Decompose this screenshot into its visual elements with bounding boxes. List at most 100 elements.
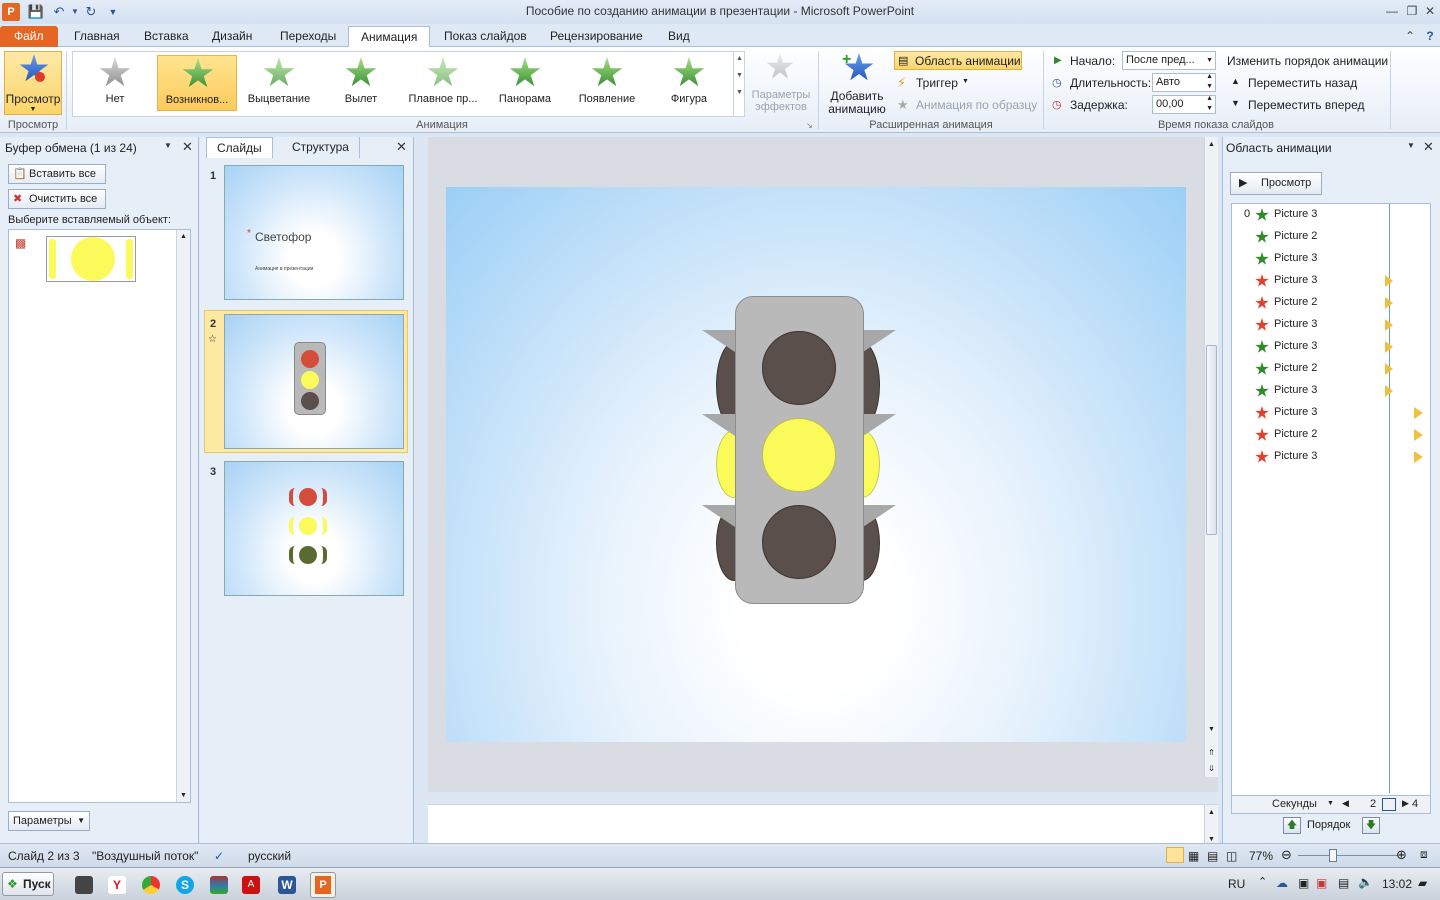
anim-item-shape[interactable]: Фигура — [649, 55, 729, 111]
close-icon[interactable]: ✕ — [396, 139, 407, 155]
spinner-icon[interactable]: ▲ ▼ — [1206, 72, 1213, 92]
animation-item[interactable]: Picture 3 — [1232, 402, 1430, 424]
spinner-icon[interactable]: ▲ ▼ — [1206, 94, 1213, 114]
fit-to-window-icon[interactable]: ⧈ — [1420, 847, 1428, 862]
pane-menu-icon[interactable]: ▼ — [1407, 141, 1415, 150]
preview-button[interactable]: Просмотр ▼ — [4, 51, 62, 115]
animation-item[interactable]: Picture 3 — [1232, 314, 1430, 336]
scroll-up-icon[interactable]: ▲ — [177, 233, 190, 240]
animation-item[interactable]: Picture 2 — [1232, 424, 1430, 446]
animation-painter-button[interactable]: ★ Анимация по образцу — [896, 96, 1038, 115]
tab-review[interactable]: Рецензирование — [538, 26, 655, 47]
close-icon[interactable]: ✕ — [1423, 139, 1434, 155]
help-icon[interactable]: ? — [1420, 27, 1440, 45]
lamp-bottom[interactable] — [762, 505, 836, 579]
animation-item[interactable]: Picture 3 — [1232, 270, 1430, 292]
timeline-cursor[interactable] — [1382, 798, 1396, 811]
chrome-icon[interactable] — [142, 876, 160, 894]
close-button[interactable]: ✕ — [1420, 2, 1440, 20]
lamp-top[interactable] — [762, 331, 836, 405]
scroll-down-icon[interactable]: ▼ — [734, 72, 745, 79]
zoom-slider-track[interactable] — [1298, 855, 1398, 856]
effect-options-button[interactable]: Параметры эффектов — [748, 51, 814, 117]
timeline-right-icon[interactable]: ▶ — [1402, 798, 1409, 809]
previous-slide-icon[interactable]: ⇑ — [1205, 748, 1218, 757]
timing-marker[interactable] — [1414, 407, 1423, 419]
anim-item-none[interactable]: Нет — [75, 55, 155, 111]
show-desktop-icon[interactable]: ▰ — [1418, 876, 1427, 890]
add-animation-button[interactable]: + Добавить анимацию — [824, 51, 890, 117]
tab-insert[interactable]: Вставка — [132, 26, 201, 47]
tab-home[interactable]: Главная — [62, 26, 132, 47]
zoom-slider-thumb[interactable] — [1329, 849, 1337, 862]
animation-item[interactable]: Picture 3 — [1232, 336, 1430, 358]
normal-view-icon[interactable] — [1166, 847, 1184, 863]
slideshow-view-icon[interactable]: ◫ — [1226, 849, 1237, 863]
tab-slideshow[interactable]: Показ слайдов — [432, 26, 539, 47]
slide-scrollbar[interactable]: ▲ ▼ ⇑ ⇓ — [1204, 137, 1218, 777]
zoom-in-icon[interactable]: ⊕ — [1396, 847, 1407, 863]
timing-marker[interactable] — [1385, 297, 1393, 309]
scroll-down-icon[interactable]: ▼ — [1205, 836, 1218, 843]
tray-app-icon[interactable]: ☁ — [1276, 876, 1288, 890]
start-button[interactable]: ❖ Пуск — [2, 872, 54, 896]
keyboard-language[interactable]: RU — [1228, 877, 1245, 891]
slide-thumbnail-2[interactable] — [224, 314, 404, 449]
anim-item-appear[interactable]: Возникнов... — [157, 55, 237, 111]
language-status[interactable]: русский — [248, 849, 291, 863]
spellcheck-icon[interactable]: ✓ — [214, 849, 224, 863]
scroll-up-icon[interactable]: ▲ — [734, 55, 745, 62]
animation-item[interactable]: Picture 2 — [1232, 226, 1430, 248]
word-icon[interactable]: W — [278, 876, 296, 894]
tab-animations[interactable]: Анимация — [348, 26, 431, 47]
dialog-launcher-icon[interactable]: ↘ — [806, 121, 813, 130]
tab-outline[interactable]: Структура — [282, 137, 360, 158]
tab-design[interactable]: Дизайн — [200, 26, 264, 47]
maximize-button[interactable]: ❐ — [1402, 2, 1422, 20]
network-icon[interactable]: ▣ — [1316, 876, 1327, 890]
gallery-more-icon[interactable]: ▼ — [734, 89, 745, 96]
next-slide-icon[interactable]: ⇓ — [1205, 764, 1218, 773]
delay-input[interactable]: 00,00 ▲ ▼ — [1152, 95, 1216, 114]
play-button[interactable]: ▶ Просмотр — [1230, 172, 1322, 195]
timing-marker[interactable] — [1414, 429, 1423, 441]
zoom-out-icon[interactable]: ⊖ — [1281, 847, 1292, 863]
tab-transitions[interactable]: Переходы — [268, 26, 348, 47]
anim-item-fly-in[interactable]: Вылет — [321, 55, 401, 111]
scroll-thumb[interactable] — [1206, 345, 1217, 535]
move-later-button[interactable]: ▼ Переместить вперед — [1230, 96, 1370, 114]
lamp-middle[interactable] — [762, 418, 836, 492]
animation-item[interactable]: Picture 2 — [1232, 292, 1430, 314]
tab-slides[interactable]: Слайды — [206, 137, 273, 158]
clipboard-scrollbar[interactable]: ▲ ▼ — [176, 230, 190, 802]
timing-marker[interactable] — [1385, 341, 1393, 353]
slide-canvas[interactable] — [446, 187, 1186, 742]
clear-all-button[interactable]: ✖ Очистить все — [8, 189, 106, 209]
timeline-left-icon[interactable]: ◀ — [1342, 798, 1349, 809]
scroll-down-icon[interactable]: ▼ — [177, 792, 190, 799]
anim-item-wipe[interactable]: Появление — [567, 55, 647, 111]
scroll-down-icon[interactable]: ▼ — [1205, 726, 1218, 733]
move-earlier-button[interactable]: ▲ Переместить назад — [1230, 74, 1370, 92]
paste-all-button[interactable]: 📋 Вставить все — [8, 164, 106, 184]
animation-item[interactable]: Picture 3 — [1232, 446, 1430, 468]
tray-app-icon[interactable]: ▣ — [1298, 876, 1309, 890]
notes-pane[interactable]: ▲ ▼ — [428, 804, 1218, 845]
anim-item-fade[interactable]: Выцветание — [239, 55, 319, 111]
animation-pane-button[interactable]: ▤ Область анимации — [894, 51, 1022, 70]
tab-file[interactable]: Файл — [0, 26, 58, 47]
start-select[interactable]: После пред... ▼ — [1122, 51, 1216, 70]
options-button[interactable]: Параметры ▼ — [8, 811, 90, 831]
notes-scrollbar[interactable]: ▲ ▼ — [1204, 805, 1218, 845]
tray-expand-icon[interactable]: ⌃ — [1258, 875, 1267, 888]
seconds-label[interactable]: Секунды — [1272, 798, 1317, 810]
slide-thumbnail-1[interactable]: * Светофор Анимация в презентации — [224, 165, 404, 300]
slide-sorter-icon[interactable]: ▦ — [1188, 849, 1199, 863]
timing-marker[interactable] — [1414, 451, 1423, 463]
volume-icon[interactable]: 🔈 — [1358, 875, 1373, 889]
pdf-reader-icon[interactable]: A — [242, 876, 260, 894]
skype-icon[interactable]: S — [176, 876, 194, 894]
animation-item[interactable]: Picture 3 — [1232, 248, 1430, 270]
anim-item-float-in[interactable]: Плавное пр... — [403, 55, 483, 111]
winrar-icon[interactable] — [210, 876, 228, 894]
